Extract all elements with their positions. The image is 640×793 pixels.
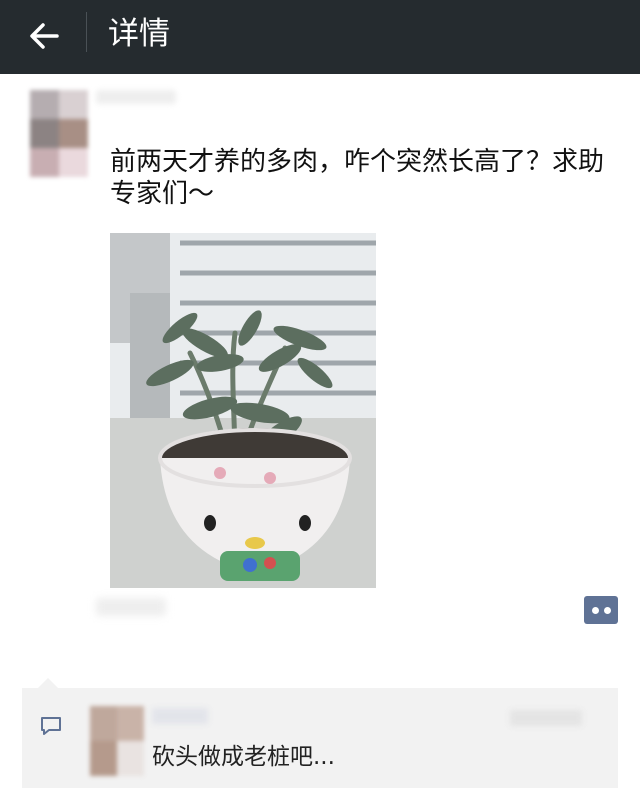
top-bar: 详情 (0, 0, 640, 74)
author-name-blurred[interactable] (96, 90, 176, 104)
post-photo[interactable] (110, 233, 376, 588)
page-title: 详情 (108, 16, 170, 52)
more-dots-icon (591, 606, 599, 614)
more-button[interactable] (584, 596, 618, 624)
comment-time-blurred (510, 710, 582, 726)
more-dot (603, 606, 611, 614)
commenter-name-blurred[interactable] (152, 708, 208, 724)
comment-box-arrow (38, 678, 58, 688)
arrow-left-icon (30, 23, 59, 49)
comment-icon (41, 717, 61, 735)
commenter-avatar[interactable] (90, 706, 144, 776)
header-divider (86, 12, 87, 52)
post-time-blurred (96, 598, 166, 616)
back-button[interactable] (22, 14, 66, 58)
comment-text[interactable]: 砍头做成老桩吧... (152, 742, 335, 772)
author-avatar[interactable] (30, 90, 88, 178)
comment-section: 砍头做成老桩吧... (22, 688, 618, 788)
post-text: 前两天才养的多肉，咋个突然长高了？求助专家们～ (110, 147, 605, 209)
